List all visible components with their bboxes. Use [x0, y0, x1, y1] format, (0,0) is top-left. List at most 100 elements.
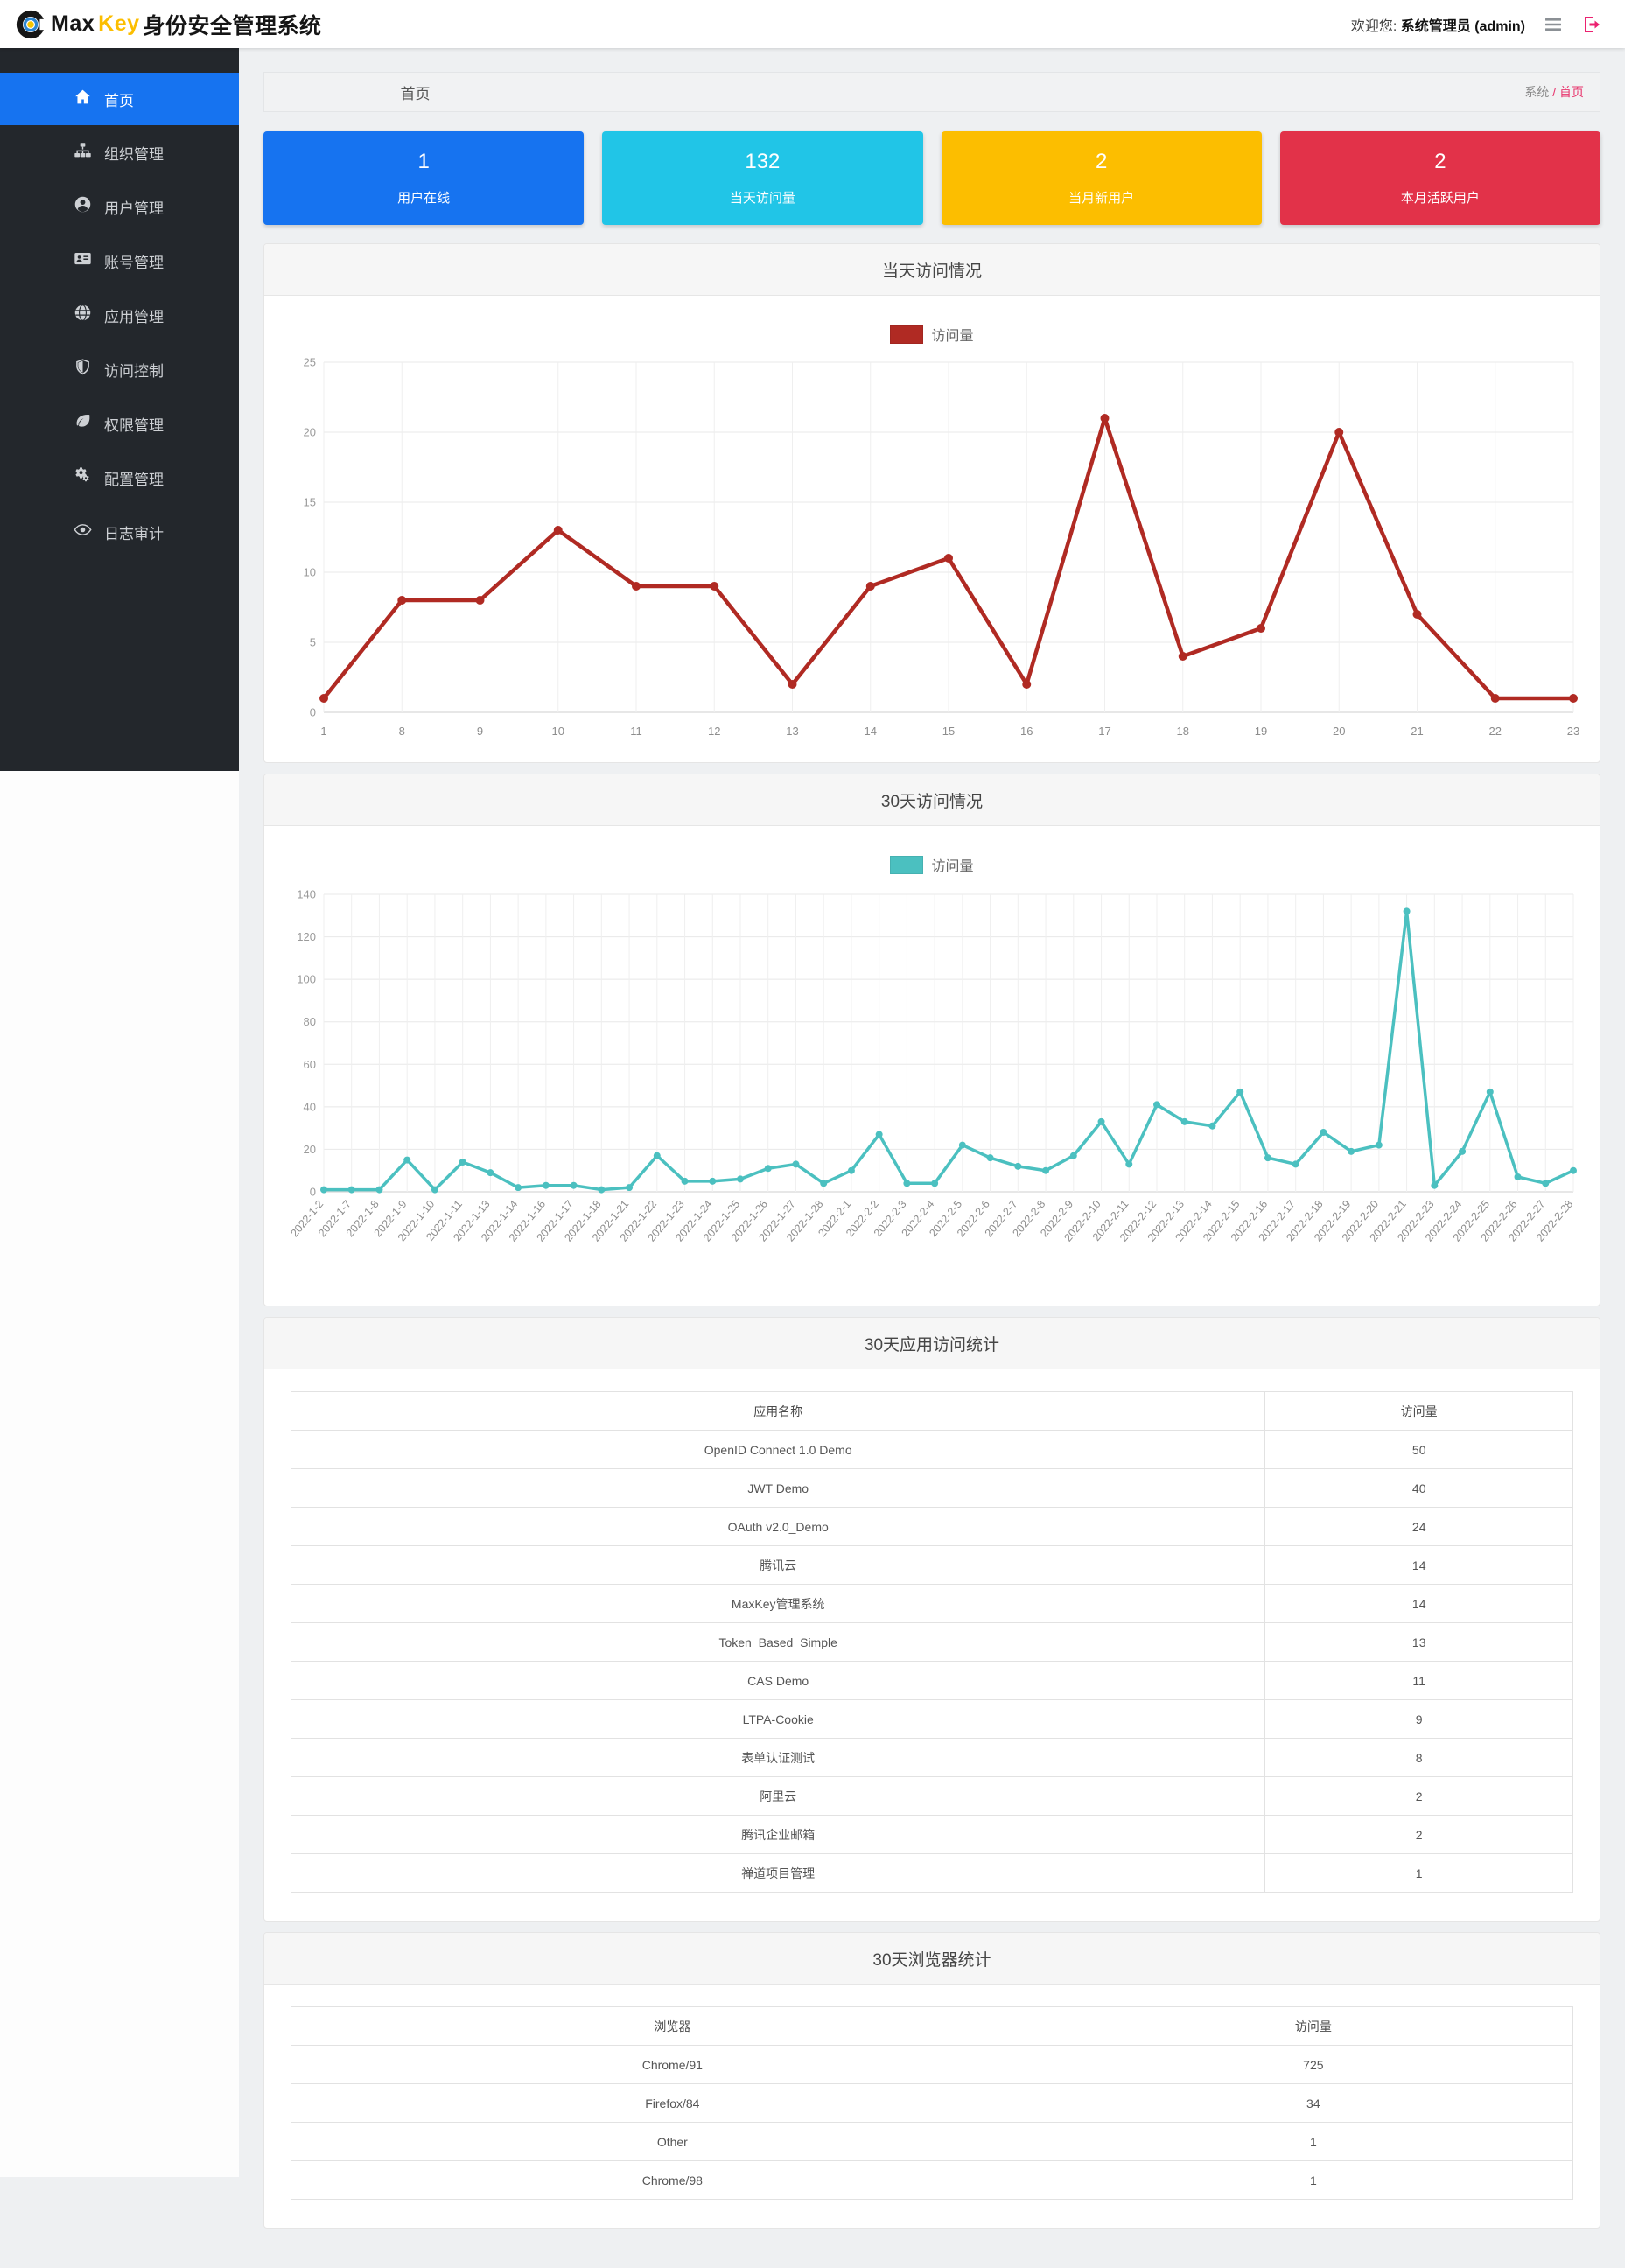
svg-text:40: 40 [304, 1100, 316, 1113]
svg-text:1: 1 [320, 724, 326, 738]
cell-visit-count: 1 [1054, 2161, 1572, 2200]
table-row: 腾讯云14 [291, 1546, 1573, 1585]
cell-name: Chrome/98 [291, 2161, 1054, 2200]
top-header: MaxKey身份安全管理系统 欢迎您: 系统管理员 (admin) [0, 0, 1625, 48]
panel-30day-visits: 30天访问情况 访问量 0204060801001201402022-1-220… [263, 774, 1600, 1306]
shield-icon [74, 358, 92, 381]
cell-visit-count: 1 [1054, 2123, 1572, 2161]
svg-text:20: 20 [1333, 724, 1345, 738]
main-content: 首页 系统 / 首页 1 用户在线 132 当天访问量 2 当月新用户 2 [239, 48, 1625, 2268]
cell-visit-count: 8 [1265, 1739, 1573, 1777]
table-row: Firefox/8434 [291, 2084, 1573, 2123]
svg-text:20: 20 [304, 1143, 316, 1156]
cell-name: 表单认证测试 [291, 1739, 1265, 1777]
cell-visit-count: 2 [1265, 1777, 1573, 1816]
cell-name: CAS Demo [291, 1662, 1265, 1700]
sidebar-item-label: 用户管理 [104, 196, 164, 218]
cell-visit-count: 1 [1265, 1854, 1573, 1893]
cell-name: Firefox/84 [291, 2084, 1054, 2123]
breadcrumb-root: 系统 [1524, 85, 1549, 99]
cogs-icon [74, 466, 92, 489]
sidebar-item-org[interactable]: 组织管理 [0, 125, 239, 179]
cell-visit-count: 13 [1265, 1623, 1573, 1662]
logo-text-max: Max [51, 11, 95, 37]
breadcrumb-separator: / [1552, 85, 1556, 99]
chart-legend: 访问量 [282, 854, 1582, 875]
stat-cards-row: 1 用户在线 132 当天访问量 2 当月新用户 2 本月活跃用户 [263, 131, 1600, 225]
sidebar-item-label: 应用管理 [104, 304, 164, 326]
breadcrumb-current[interactable]: 首页 [1559, 85, 1584, 99]
table-row: JWT Demo40 [291, 1469, 1573, 1508]
welcome-text: 欢迎您: 系统管理员 (admin) [1351, 14, 1525, 35]
cell-name: Token_Based_Simple [291, 1623, 1265, 1662]
cell-name: LTPA-Cookie [291, 1700, 1265, 1739]
maxkey-logo-icon [14, 8, 47, 41]
sidebar-item-users[interactable]: 用户管理 [0, 179, 239, 234]
table-row: LTPA-Cookie9 [291, 1700, 1573, 1739]
cell-visit-count: 14 [1265, 1546, 1573, 1585]
stat-card-month-active-users: 2 本月活跃用户 [1280, 131, 1600, 225]
cell-visit-count: 24 [1265, 1508, 1573, 1546]
today-visits-line-chart: 0510152025189101112131415161718192021222… [282, 352, 1586, 750]
svg-text:20: 20 [304, 426, 316, 439]
panel-app-stats: 30天应用访问统计 应用名称 访问量 OpenID Connect 1.0 De… [263, 1317, 1600, 1922]
panel-title: 当天访问情况 [264, 244, 1600, 296]
column-header-app-name: 应用名称 [291, 1392, 1265, 1431]
stat-label: 当月新用户 [1068, 192, 1134, 205]
sidebar-item-config[interactable]: 配置管理 [0, 451, 239, 505]
sidebar-item-accounts[interactable]: 账号管理 [0, 234, 239, 288]
id-card-icon [74, 249, 92, 272]
legend-swatch [890, 326, 923, 344]
cell-visit-count: 14 [1265, 1585, 1573, 1623]
sidebar-item-label: 权限管理 [104, 413, 164, 435]
svg-text:12: 12 [708, 724, 720, 738]
legend-swatch [890, 856, 923, 874]
table-row: 表单认证测试8 [291, 1739, 1573, 1777]
column-header-visits: 访问量 [1265, 1392, 1573, 1431]
svg-text:9: 9 [477, 724, 483, 738]
welcome-prefix: 欢迎您: [1351, 19, 1397, 34]
panel-browser-stats: 30天浏览器统计 浏览器 访问量 Chrome/91725Firefox/843… [263, 1932, 1600, 2229]
breadcrumb: 系统 / 首页 [1524, 83, 1584, 101]
cell-name: 腾讯企业邮箱 [291, 1816, 1265, 1854]
menu-bars-icon[interactable] [1543, 14, 1564, 35]
table-header-row: 应用名称 访问量 [291, 1392, 1573, 1431]
table-row: Chrome/91725 [291, 2046, 1573, 2084]
svg-text:13: 13 [786, 724, 798, 738]
stat-card-month-new-users: 2 当月新用户 [942, 131, 1262, 225]
sidebar-item-home[interactable]: 首页 [0, 73, 239, 125]
svg-text:25: 25 [304, 356, 316, 369]
cell-name: OpenID Connect 1.0 Demo [291, 1431, 1265, 1469]
table-row: CAS Demo11 [291, 1662, 1573, 1700]
cell-name: OAuth v2.0_Demo [291, 1508, 1265, 1546]
panel-title: 30天应用访问统计 [264, 1318, 1600, 1369]
sidebar-item-audit[interactable]: 日志审计 [0, 505, 239, 559]
svg-text:15: 15 [304, 496, 316, 509]
svg-text:11: 11 [630, 724, 642, 738]
tab-home[interactable]: 首页 [264, 81, 566, 103]
svg-text:100: 100 [297, 973, 316, 986]
cell-visit-count: 2 [1265, 1816, 1573, 1854]
30day-visits-line-chart: 0204060801001201402022-1-22022-1-72022-1… [282, 882, 1586, 1293]
leaf-icon [74, 412, 92, 435]
table-row: OpenID Connect 1.0 Demo50 [291, 1431, 1573, 1469]
legend-label: 访问量 [931, 854, 973, 875]
sitemap-icon [74, 141, 92, 164]
cell-name: 禅道项目管理 [291, 1854, 1265, 1893]
sidebar-item-apps[interactable]: 应用管理 [0, 288, 239, 342]
browser-stats-table: 浏览器 访问量 Chrome/91725Firefox/8434Other1Ch… [291, 2006, 1573, 2200]
table-row: Chrome/981 [291, 2161, 1573, 2200]
table-header-row: 浏览器 访问量 [291, 2007, 1573, 2046]
column-header-browser: 浏览器 [291, 2007, 1054, 2046]
cell-name: Chrome/91 [291, 2046, 1054, 2084]
sidebar-item-label: 配置管理 [104, 467, 164, 489]
logo-text-suffix: 身份安全管理系统 [144, 9, 322, 40]
logout-icon[interactable] [1581, 14, 1602, 35]
svg-text:23: 23 [1567, 724, 1579, 738]
stat-card-users-online: 1 用户在线 [263, 131, 584, 225]
cell-name: MaxKey管理系统 [291, 1585, 1265, 1623]
sidebar-item-access-control[interactable]: 访问控制 [0, 342, 239, 396]
table-row: 阿里云2 [291, 1777, 1573, 1816]
sidebar-item-permissions[interactable]: 权限管理 [0, 396, 239, 451]
svg-text:80: 80 [304, 1015, 316, 1028]
